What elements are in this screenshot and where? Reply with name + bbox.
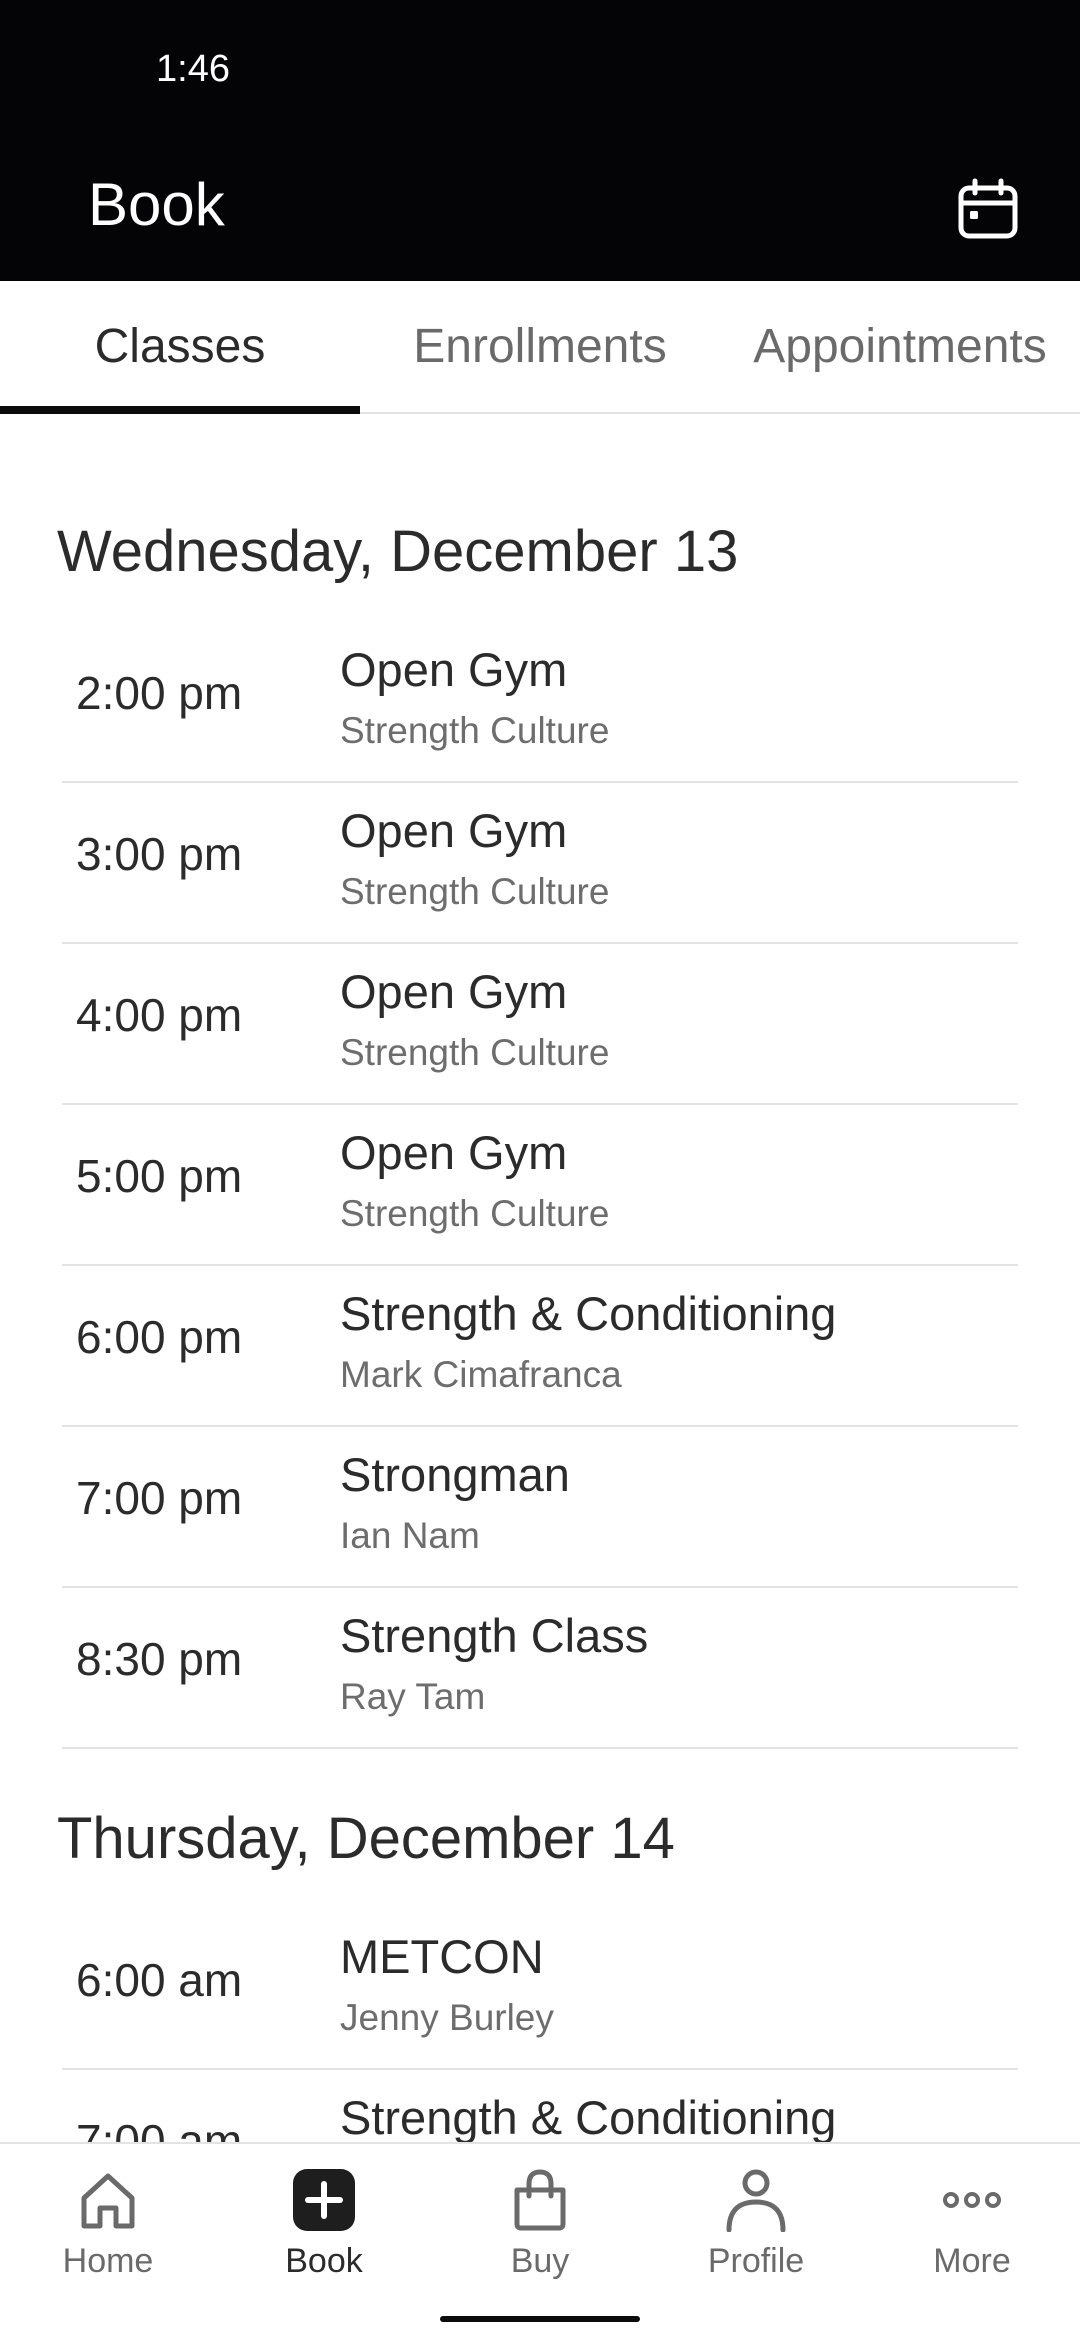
- class-row[interactable]: 3:00 pm Open Gym Strength Culture: [62, 783, 1018, 944]
- class-time: 7:00 am: [76, 2115, 243, 2142]
- tab-label: Classes: [94, 320, 266, 373]
- class-instructor: Ian Nam: [340, 1515, 480, 1556]
- tab-bar: Classes Enrollments Appointments: [0, 281, 1080, 414]
- class-time: 4:00 pm: [76, 989, 243, 1041]
- class-schedule-list[interactable]: Wednesday, December 13 2:00 pm Open Gym …: [0, 414, 1080, 2142]
- class-name: Open Gym: [340, 643, 568, 696]
- class-list: 2:00 pm Open Gym Strength Culture 3:00 p…: [0, 622, 1080, 1749]
- class-instructor: Strength Culture: [340, 710, 610, 751]
- book-plus-icon: [288, 2164, 360, 2236]
- status-time: 1:46: [156, 48, 230, 90]
- nav-buy[interactable]: Buy: [432, 2144, 648, 2304]
- class-instructor: Jenny Burley: [340, 1997, 554, 2038]
- class-row[interactable]: 6:00 pm Strength & Conditioning Mark Cim…: [62, 1266, 1018, 1427]
- day-section: Wednesday, December 13 2:00 pm Open Gym …: [0, 522, 1080, 1749]
- class-list: 6:00 am METCON Jenny Burley 7:00 am Stre…: [0, 1909, 1080, 2142]
- class-time: 7:00 pm: [76, 1472, 243, 1524]
- tab-appointments[interactable]: Appointments: [720, 281, 1080, 412]
- class-name: Open Gym: [340, 965, 568, 1018]
- class-row[interactable]: 2:00 pm Open Gym Strength Culture: [62, 622, 1018, 783]
- class-time: 3:00 pm: [76, 828, 243, 880]
- tab-classes[interactable]: Classes: [0, 281, 360, 414]
- class-time: 5:00 pm: [76, 1150, 243, 1202]
- bottom-nav: Home Book Buy Profile More: [0, 2142, 1080, 2340]
- class-row[interactable]: 7:00 am Strength & Conditioning: [62, 2070, 1018, 2142]
- class-time: 6:00 pm: [76, 1311, 243, 1363]
- class-row[interactable]: 5:00 pm Open Gym Strength Culture: [62, 1105, 1018, 1266]
- class-instructor: Strength Culture: [340, 1193, 610, 1234]
- tab-label: Appointments: [753, 320, 1047, 373]
- class-row[interactable]: 8:30 pm Strength Class Ray Tam: [62, 1588, 1018, 1749]
- class-name: Strength & Conditioning: [340, 1287, 837, 1340]
- class-name: Strength Class: [340, 1609, 649, 1662]
- day-section: Thursday, December 14 6:00 am METCON Jen…: [0, 1809, 1080, 2142]
- nav-label: Buy: [510, 2242, 570, 2280]
- class-instructor: Mark Cimafranca: [340, 1354, 622, 1395]
- calendar-button[interactable]: [948, 170, 1028, 250]
- shopping-bag-icon: [504, 2164, 576, 2236]
- nav-book[interactable]: Book: [216, 2144, 432, 2304]
- class-time: 8:30 pm: [76, 1633, 243, 1685]
- home-indicator[interactable]: [440, 2316, 640, 2322]
- class-name: Open Gym: [340, 1126, 568, 1179]
- tab-label: Enrollments: [413, 320, 667, 373]
- nav-profile[interactable]: Profile: [648, 2144, 864, 2304]
- day-title: Thursday, December 14: [57, 1806, 675, 1871]
- class-row[interactable]: 7:00 pm Strongman Ian Nam: [62, 1427, 1018, 1588]
- page-title: Book: [88, 171, 225, 238]
- nav-label: Home: [62, 2242, 154, 2280]
- day-title: Wednesday, December 13: [57, 519, 739, 584]
- class-instructor: Strength Culture: [340, 871, 610, 912]
- nav-label: Book: [285, 2242, 363, 2280]
- class-time: 2:00 pm: [76, 667, 243, 719]
- more-dots-icon: [936, 2164, 1008, 2236]
- app-header: Book: [0, 140, 1080, 281]
- class-name: Open Gym: [340, 804, 568, 857]
- nav-label: More: [933, 2242, 1011, 2280]
- status-bar: 1:46: [0, 0, 1080, 140]
- profile-icon: [720, 2164, 792, 2236]
- class-time: 6:00 am: [76, 1954, 243, 2006]
- class-name: Strength & Conditioning: [340, 2091, 837, 2142]
- class-row[interactable]: 6:00 am METCON Jenny Burley: [62, 1909, 1018, 2070]
- class-row[interactable]: 4:00 pm Open Gym Strength Culture: [62, 944, 1018, 1105]
- nav-more[interactable]: More: [864, 2144, 1080, 2304]
- class-instructor: Ray Tam: [340, 1676, 486, 1717]
- nav-home[interactable]: Home: [0, 2144, 216, 2304]
- tab-enrollments[interactable]: Enrollments: [360, 281, 720, 412]
- nav-label: Profile: [707, 2242, 805, 2280]
- calendar-icon: [958, 178, 1018, 239]
- home-icon: [72, 2164, 144, 2236]
- class-name: METCON: [340, 1930, 544, 1983]
- class-name: Strongman: [340, 1448, 570, 1501]
- class-instructor: Strength Culture: [340, 1032, 610, 1073]
